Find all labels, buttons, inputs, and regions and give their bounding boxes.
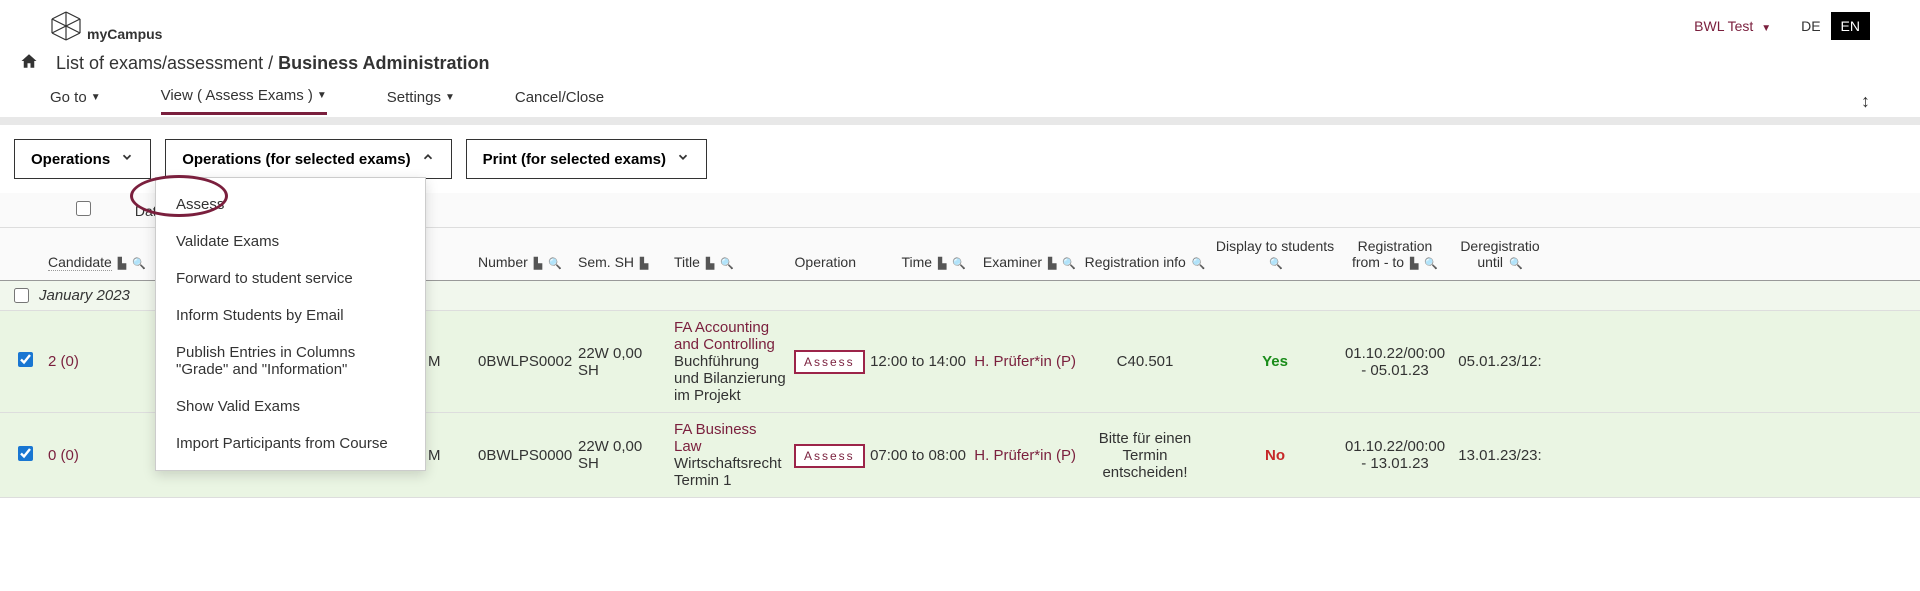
sort-icon[interactable]: ▙ [1048, 258, 1056, 270]
dropdown-forward[interactable]: Forward to student service [156, 260, 425, 297]
col-title[interactable]: Title [674, 254, 700, 270]
row-sem: 22W 0,00 SH [574, 345, 670, 379]
col-regperiod[interactable]: Registration from - to [1352, 238, 1432, 270]
operations-dropdown: Assess Validate Exams Forward to student… [155, 177, 426, 471]
row-time: 12:00 to 14:00 [860, 353, 970, 370]
search-icon[interactable]: 🔍 [720, 258, 734, 270]
col-display[interactable]: Display to students [1216, 238, 1334, 254]
search-icon[interactable]: 🔍 [1269, 258, 1283, 270]
dropdown-show-valid[interactable]: Show Valid Exams [156, 388, 425, 425]
col-dereg[interactable]: Deregistratio until [1460, 238, 1539, 270]
group-checkbox[interactable] [14, 288, 29, 303]
row-number: 0BWLPS0000 [474, 447, 574, 464]
search-icon[interactable]: 🔍 [132, 258, 146, 270]
row-reginfo: Bitte für einen Termin entscheiden! [1080, 430, 1210, 481]
chevron-down-icon [676, 150, 690, 168]
caret-down-icon: ▼ [317, 90, 327, 101]
candidates-link[interactable]: 2 (0) [48, 353, 79, 370]
col-examiner[interactable]: Examiner [983, 254, 1042, 270]
dropdown-inform[interactable]: Inform Students by Email [156, 297, 425, 334]
menu-view[interactable]: View ( Assess Exams )▼ [161, 87, 327, 115]
logo[interactable]: myCampus [50, 10, 162, 42]
menu-settings[interactable]: Settings▼ [387, 89, 455, 114]
examiner-link[interactable]: H. Prüfer*in (P) [974, 353, 1076, 370]
operations-button[interactable]: Operations [14, 139, 151, 179]
search-icon[interactable]: 🔍 [952, 258, 966, 270]
expand-vertical-icon[interactable]: ↕ [1861, 91, 1870, 112]
row-display: Yes [1262, 353, 1288, 370]
row-title-sub: Wirtschaftsrecht Termin 1 [674, 455, 786, 489]
caret-down-icon: ▼ [1761, 23, 1771, 34]
row-number: 0BWLPS0002 [474, 353, 574, 370]
dropdown-validate[interactable]: Validate Exams [156, 223, 425, 260]
row-dereg: 13.01.23/23: [1450, 447, 1550, 464]
sort-icon[interactable]: ▙ [640, 258, 648, 270]
home-icon[interactable] [20, 52, 38, 75]
assess-button[interactable]: Assess [794, 444, 865, 468]
examiner-link[interactable]: H. Prüfer*in (P) [974, 447, 1076, 464]
assess-button[interactable]: Assess [794, 350, 865, 374]
language-en[interactable]: EN [1831, 12, 1870, 40]
chevron-up-icon [421, 150, 435, 168]
caret-down-icon: ▼ [445, 92, 455, 103]
sort-icon[interactable]: ▙ [706, 258, 714, 270]
candidates-link[interactable]: 0 (0) [48, 447, 79, 464]
search-icon[interactable]: 🔍 [548, 258, 562, 270]
dropdown-publish[interactable]: Publish Entries in Columns "Grade" and "… [156, 334, 425, 388]
print-selected-button[interactable]: Print (for selected exams) [466, 139, 707, 179]
search-icon[interactable]: 🔍 [1424, 258, 1438, 270]
row-dereg: 05.01.23/12: [1450, 353, 1550, 370]
sort-icon[interactable]: ▙ [534, 258, 542, 270]
select-all-checkbox[interactable] [76, 201, 91, 216]
search-icon[interactable]: 🔍 [1192, 258, 1206, 270]
dropdown-assess[interactable]: Assess [156, 186, 425, 223]
caret-down-icon: ▼ [91, 92, 101, 103]
row-sem: 22W 0,00 SH [574, 438, 670, 472]
dropdown-import[interactable]: Import Participants from Course [156, 425, 425, 462]
col-reginfo[interactable]: Registration info [1085, 254, 1186, 270]
sort-icon[interactable]: ▙ [1410, 258, 1418, 270]
search-icon[interactable]: 🔍 [1062, 258, 1076, 270]
row-time: 07:00 to 08:00 [860, 447, 970, 464]
search-icon[interactable]: 🔍 [1509, 258, 1523, 270]
row-m: M [424, 353, 474, 370]
col-time[interactable]: Time [901, 254, 932, 270]
col-number[interactable]: Number [478, 254, 528, 270]
chevron-down-icon [120, 150, 134, 168]
cube-icon [50, 10, 82, 42]
sort-icon[interactable]: ▙ [118, 258, 126, 270]
col-sem[interactable]: Sem. SH [578, 254, 634, 270]
breadcrumb: List of exams/assessment / Business Admi… [56, 53, 489, 74]
logo-text: myCampus [87, 26, 162, 42]
col-candidates[interactable]: Candidate [48, 254, 112, 271]
language-de[interactable]: DE [1791, 12, 1830, 40]
row-m: M [424, 447, 474, 464]
operations-selected-button[interactable]: Operations (for selected exams) [165, 139, 451, 179]
row-regperiod: 01.10.22/00:00 - 05.01.23 [1340, 345, 1450, 379]
col-operation[interactable]: Operation [795, 254, 856, 270]
menu-goto[interactable]: Go to▼ [50, 89, 101, 114]
row-display: No [1265, 447, 1285, 464]
row-checkbox[interactable] [18, 352, 33, 367]
row-title-sub: Buchführung und Bilanzierung im Projekt [674, 353, 786, 404]
row-reginfo: C40.501 [1080, 353, 1210, 370]
menu-cancel[interactable]: Cancel/Close [515, 89, 604, 114]
sort-icon[interactable]: ▙ [938, 258, 946, 270]
row-checkbox[interactable] [18, 446, 33, 461]
user-menu[interactable]: BWL Test ▼ [1694, 18, 1771, 34]
row-title-main[interactable]: FA Business Law [674, 421, 786, 455]
row-title-main[interactable]: FA Accounting and Controlling [674, 319, 786, 353]
row-regperiod: 01.10.22/00:00 - 13.01.23 [1340, 438, 1450, 472]
